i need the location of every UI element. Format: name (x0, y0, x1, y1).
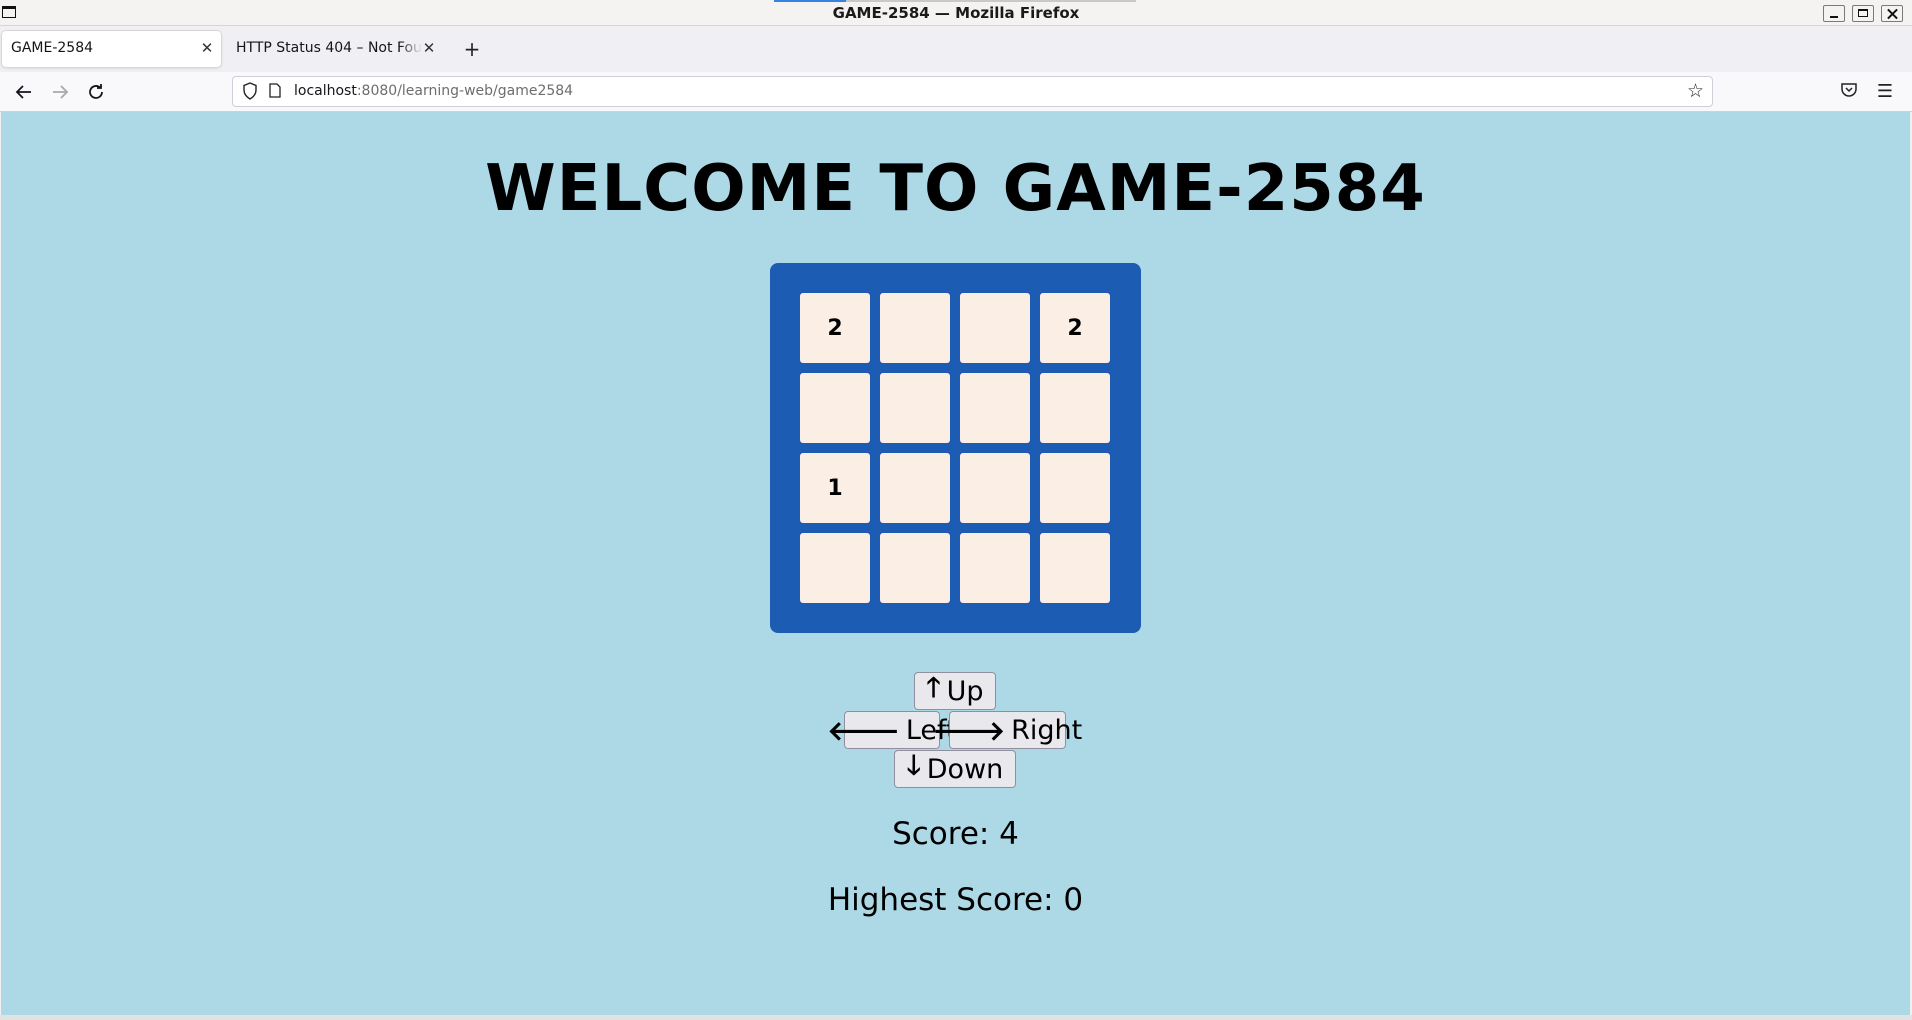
board-cell (960, 453, 1030, 523)
tab-http-404[interactable]: HTTP Status 404 – Not Found ✕ (225, 31, 443, 67)
arrow-left-icon: 🡐 (827, 715, 900, 747)
star-icon[interactable]: ☆ (1687, 80, 1704, 102)
board-cell (960, 293, 1030, 363)
window-title: GAME-2584 — Mozilla Firefox (832, 4, 1080, 22)
tab-strip: GAME-2584 ✕ HTTP Status 404 – Not Found … (0, 26, 1912, 72)
reload-button[interactable] (84, 80, 108, 104)
board-cell (880, 453, 950, 523)
window-titlebar: GAME-2584 — Mozilla Firefox (0, 0, 1912, 26)
highest-score-display: Highest Score: 0 (827, 882, 1084, 918)
window-bottom-edge (0, 1015, 1912, 1020)
close-tab-icon[interactable]: ✕ (199, 40, 215, 56)
board-cell (1040, 453, 1110, 523)
pocket-button[interactable] (1838, 81, 1860, 103)
board-cell (800, 373, 870, 443)
page-content: WELCOME TO GAME-2584 2 2 1 🡑 Up 🡐 Left 🡒 Ri… (1, 112, 1910, 1015)
maximize-button[interactable] (1852, 5, 1874, 22)
board-cell (960, 373, 1030, 443)
page-title: WELCOME TO GAME-2584 (485, 152, 1426, 226)
board-cell: 2 (1040, 293, 1110, 363)
back-button[interactable] (12, 80, 36, 104)
tab-label: HTTP Status 404 – Not Found (236, 40, 422, 56)
minimize-button[interactable] (1823, 5, 1845, 22)
arrow-left-icon (15, 85, 31, 99)
reload-icon (89, 84, 103, 99)
board-cell (1040, 533, 1110, 603)
arrow-right-icon (53, 85, 69, 99)
board-cell (1040, 373, 1110, 443)
close-tab-icon[interactable]: ✕ (421, 40, 437, 56)
pocket-icon (1841, 83, 1857, 97)
board-cell (880, 373, 950, 443)
navigation-bar: localhost:8080/learning-web/game2584 ☆ ☰ (0, 72, 1912, 112)
hamburger-menu-icon[interactable]: ☰ (1874, 81, 1896, 103)
page-icon[interactable] (269, 83, 281, 98)
board-cell: 2 (800, 293, 870, 363)
board-cell (960, 533, 1030, 603)
arrow-up-icon: 🡑 (926, 672, 941, 703)
url-bar[interactable]: localhost:8080/learning-web/game2584 ☆ (232, 76, 1713, 107)
right-button[interactable]: 🡒 Right (933, 711, 1082, 749)
board-cell (880, 293, 950, 363)
board-cell (880, 533, 950, 603)
score-display: Score: 4 (892, 816, 1019, 852)
arrow-down-icon: 🡓 (906, 750, 921, 781)
close-window-button[interactable] (1881, 5, 1903, 22)
arrow-right-icon: 🡒 (932, 715, 1006, 747)
new-tab-button[interactable]: + (461, 38, 483, 60)
down-button[interactable]: 🡓 Down (894, 750, 1016, 788)
url-text[interactable]: localhost:8080/learning-web/game2584 (294, 83, 573, 99)
board-cell: 1 (800, 453, 870, 523)
up-label: Up (946, 675, 984, 707)
board-cell (800, 533, 870, 603)
up-button[interactable]: 🡑 Up (914, 672, 996, 710)
loading-bar (774, 0, 1136, 2)
shield-icon[interactable] (242, 82, 258, 100)
game-board: 2 2 1 (770, 263, 1141, 633)
tab-game-2584[interactable]: GAME-2584 ✕ (2, 31, 221, 67)
right-label: Right (1011, 714, 1083, 746)
forward-button[interactable] (48, 80, 72, 104)
left-button[interactable]: 🡐 Left (827, 711, 957, 749)
tab-label: GAME-2584 (11, 40, 94, 56)
down-label: Down (926, 753, 1004, 785)
